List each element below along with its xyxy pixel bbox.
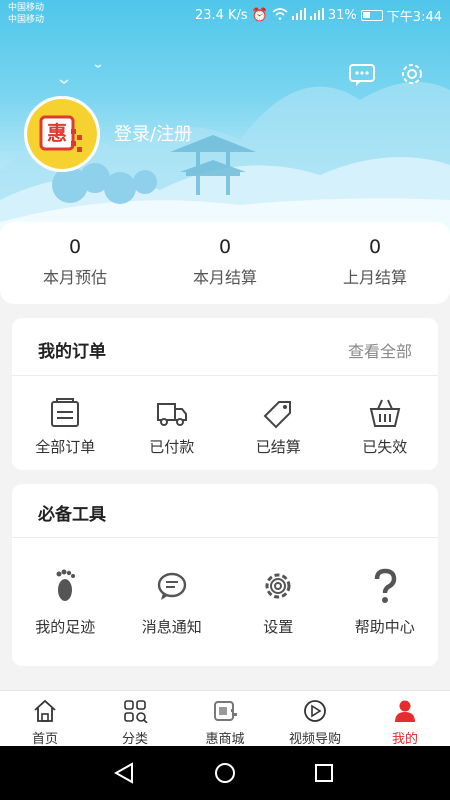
back-icon[interactable] <box>113 762 133 784</box>
order-all-button[interactable]: 全部订单 <box>12 396 119 457</box>
carrier-label: 中国移动 <box>8 3 45 13</box>
tab-label: 惠商城 <box>205 732 245 747</box>
order-label: 全部订单 <box>35 438 96 456</box>
home-icon <box>34 699 56 722</box>
carrier-label: 中国移动 <box>8 15 45 25</box>
user-icon <box>395 700 415 722</box>
stat-label: 上月结算 <box>342 268 407 287</box>
notifications-button[interactable]: 消息通知 <box>119 568 226 637</box>
tab-home[interactable]: 首页 <box>0 691 90 747</box>
tab-label: 分类 <box>121 732 148 747</box>
tools-card: 必备工具 我的足迹 消息通知 设置 帮助中心 <box>12 484 438 666</box>
signal-icon <box>291 7 306 24</box>
signal-icon <box>309 7 324 24</box>
help-center-button[interactable]: 帮助中心 <box>332 568 439 637</box>
document-icon <box>51 398 80 427</box>
mall-icon <box>214 701 237 721</box>
home-button-icon[interactable] <box>215 763 235 783</box>
truck-icon <box>156 403 187 426</box>
stat-label: 本月结算 <box>192 268 257 287</box>
tool-label: 消息通知 <box>141 618 202 636</box>
view-all-orders-link[interactable]: 查看全部 <box>348 338 412 362</box>
order-label: 已付款 <box>149 438 195 456</box>
status-bar: 中国移动 中国移动 23.4 K/s ⏰ 31% 下午3:44 <box>0 0 450 30</box>
wifi-icon <box>272 7 288 24</box>
tab-mine[interactable]: 我的 <box>360 691 450 747</box>
logo-icon: 惠 <box>27 99 97 169</box>
stat-value: 0 <box>368 236 382 258</box>
system-navigation-bar <box>0 746 450 800</box>
order-label: 已失效 <box>362 438 408 456</box>
battery-level: 31% <box>327 8 357 23</box>
stat-monthly-settled[interactable]: 0 本月结算 <box>150 222 300 304</box>
question-icon <box>374 568 397 603</box>
clock: 下午3:44 <box>386 10 442 25</box>
gear-icon[interactable] <box>398 60 426 88</box>
bottom-tab-bar: 首页 分类 惠商城 视频导购 我的 <box>0 690 450 747</box>
category-icon <box>124 700 148 724</box>
tools-title: 必备工具 <box>38 505 106 525</box>
alarm-icon: ⏰ <box>251 8 268 23</box>
order-expired-button[interactable]: 已失效 <box>332 396 439 457</box>
tab-category[interactable]: 分类 <box>90 691 180 747</box>
tag-icon <box>263 401 292 429</box>
tab-label: 首页 <box>31 732 58 747</box>
earnings-summary: 0 本月预估 0 本月结算 0 上月结算 <box>0 222 450 304</box>
tool-label: 设置 <box>263 618 294 636</box>
logo-char: 惠 <box>47 121 67 145</box>
tool-label: 帮助中心 <box>354 618 415 636</box>
stat-monthly-estimate[interactable]: 0 本月预估 <box>0 222 150 304</box>
order-label: 已结算 <box>255 438 301 456</box>
gear-icon <box>265 573 291 599</box>
order-paid-button[interactable]: 已付款 <box>119 396 226 457</box>
tab-video-guide[interactable]: 视频导购 <box>270 691 360 747</box>
message-icon <box>157 572 186 600</box>
footprint-icon <box>56 569 76 601</box>
stat-label: 本月预估 <box>42 268 107 287</box>
play-icon <box>304 700 326 722</box>
tab-label: 视频导购 <box>288 732 341 747</box>
avatar[interactable]: 惠 <box>24 96 100 172</box>
message-icon[interactable] <box>348 60 376 88</box>
tab-mall[interactable]: 惠商城 <box>180 691 270 747</box>
tab-label: 我的 <box>391 732 418 747</box>
orders-title: 我的订单 <box>38 342 106 362</box>
settings-button[interactable]: 设置 <box>225 568 332 637</box>
basket-icon <box>369 399 401 427</box>
network-speed: 23.4 K/s <box>194 8 248 23</box>
login-register-link[interactable]: 登录/注册 <box>114 120 192 146</box>
stat-value: 0 <box>68 236 82 258</box>
tool-label: 我的足迹 <box>35 618 96 636</box>
stat-value: 0 <box>218 236 232 258</box>
battery-icon <box>360 10 383 21</box>
profile-header: 中国移动 中国移动 23.4 K/s ⏰ 31% 下午3:44 惠 登录/注册 <box>0 0 450 240</box>
orders-card: 我的订单 查看全部 全部订单 已付款 已结算 已失效 <box>12 318 438 470</box>
footprint-button[interactable]: 我的足迹 <box>12 568 119 637</box>
order-settled-button[interactable]: 已结算 <box>225 396 332 457</box>
stat-last-month-settled[interactable]: 0 上月结算 <box>300 222 450 304</box>
recents-icon[interactable] <box>315 764 333 782</box>
